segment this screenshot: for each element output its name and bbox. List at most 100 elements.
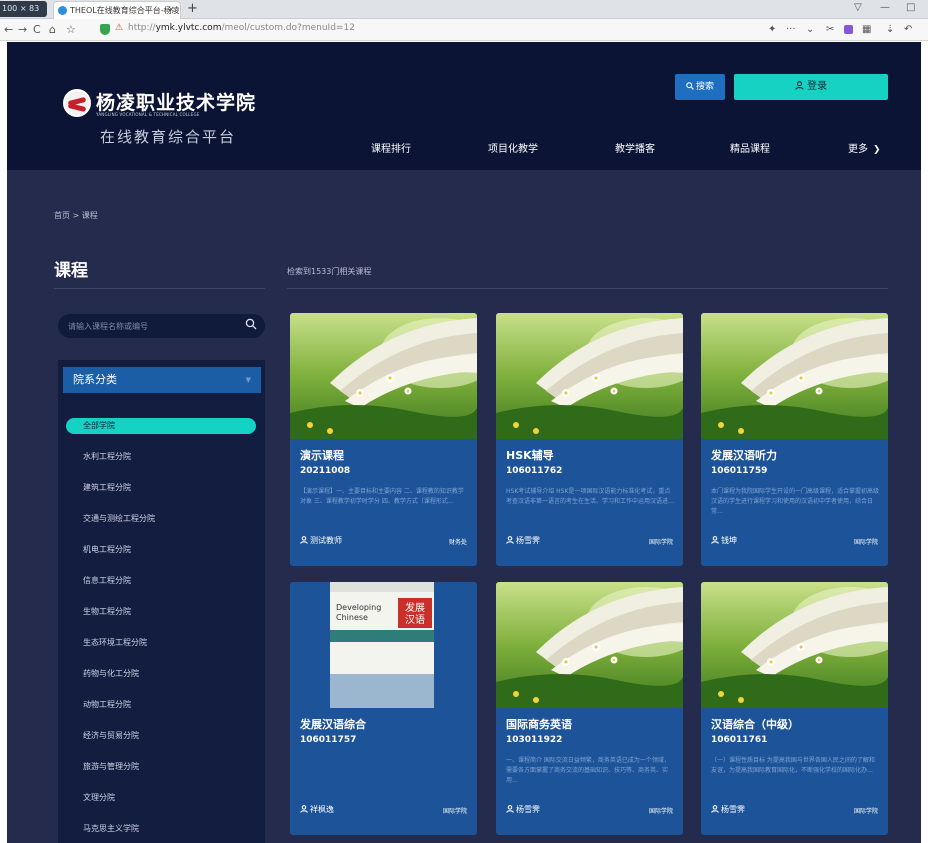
nav-quality-courses[interactable]: 精品课程 (730, 140, 770, 155)
department-item[interactable]: 马克思主义学院 (83, 823, 139, 834)
nav-course-ranking[interactable]: 课程排行 (371, 140, 411, 155)
course-title[interactable]: 发展汉语综合 (300, 716, 366, 732)
back-button[interactable]: ← (4, 22, 13, 37)
browser-tab-bar: 100 × 83 THEOL在线教育综合平台-杨凌… × + ▽ — □ (0, 0, 928, 29)
dropdown-chevron-icon[interactable]: ⌄ (806, 22, 814, 37)
tab-close-icon[interactable]: × (167, 2, 175, 19)
course-department: 国际学院 (853, 539, 878, 546)
cover-en-title-2: Chinese (336, 613, 368, 622)
site-info-icon[interactable]: ⚠ (115, 23, 123, 33)
course-title[interactable]: 发展汉语听力 (711, 447, 777, 463)
course-teacher[interactable]: 杨雪霁 (711, 804, 745, 815)
site-header: 杨凌职业技术学院 YANGLING VOCATIONAL & TECHNICAL… (7, 42, 921, 170)
user-icon (300, 536, 308, 544)
course-card[interactable]: 演示课程 20211008 【演示课程】一、主要目标和主要内容 二、课程教的知识教学… (290, 313, 477, 566)
download-icon[interactable]: ⇣ (886, 22, 894, 37)
undo-icon[interactable]: ↶ (904, 22, 912, 37)
browser-address-bar: ← → C ⌂ ☆ ⚠ http://ymk.ylvtc.com/meol/cu… (0, 19, 928, 41)
course-description: 本门课程为我院国际学生开设的一门高级课程，适合掌握初高级汉语的学生进行课程学习和… (711, 488, 879, 515)
department-item[interactable]: 文理分院 (83, 792, 115, 803)
search-button[interactable]: 搜索 (675, 74, 725, 100)
department-item[interactable]: 水利工程分院 (83, 451, 131, 462)
department-item[interactable]: 经济与贸易分院 (83, 730, 139, 741)
course-title[interactable]: 汉语综合（中级） (711, 716, 799, 732)
home-button[interactable]: ⌂ (49, 22, 56, 37)
zoom-indicator: 100 × 83 (0, 1, 47, 29)
school-name[interactable]: 杨凌职业技术学院 (96, 88, 256, 115)
course-card[interactable]: HSK辅导 106011762 HSK考试辅导介绍 HSK是一项国际汉语能力标准化考… (496, 313, 683, 566)
more-dots-icon[interactable]: ··· (786, 22, 796, 37)
course-card[interactable]: 发展 汉语 Developing Chinese 发展汉语综合 106011757 祥枫逸 国… (290, 582, 477, 835)
department-item[interactable]: 建筑工程分院 (83, 482, 131, 493)
course-description: （一）课程性质目标 为提高我国与世界各国人民之间的了解和友谊，为提高我国际教育国… (711, 757, 875, 774)
url-prefix: http:// (128, 23, 156, 33)
url-host: ymk.ylvtc.com (155, 23, 222, 33)
course-department: 财务处 (448, 539, 467, 546)
course-cover-image (701, 582, 888, 708)
apps-grid-icon[interactable]: ▦ (862, 22, 871, 37)
bookmark-star-icon[interactable]: ☆ (66, 22, 76, 37)
department-item[interactable]: 交通与测绘工程分院 (83, 513, 155, 524)
course-teacher-name: 杨雪霁 (516, 536, 540, 545)
course-search-box (58, 314, 265, 338)
course-department: 国际学院 (648, 808, 673, 815)
textbook-cover-image: 发展汉语 DevelopingChinese (290, 582, 477, 708)
new-tab-button[interactable]: + (187, 1, 198, 17)
course-card[interactable]: 国际商务英语 103011922 一、课程简介 国际交流日益频繁，商务英语已成为一个… (496, 582, 683, 835)
course-code: 106011761 (711, 735, 768, 745)
tab-title: THEOL在线教育综合平台-杨凌… (70, 6, 181, 15)
search-icon[interactable] (245, 318, 257, 330)
extension-purple-icon[interactable] (844, 25, 853, 34)
favicon-icon (58, 6, 67, 15)
department-item[interactable]: 生物工程分院 (83, 606, 131, 617)
course-title[interactable]: 演示课程 (300, 447, 344, 463)
course-teacher[interactable]: 钱坤 (711, 535, 737, 546)
course-code: 106011757 (300, 735, 357, 745)
nav-project-teaching[interactable]: 项目化教学 (488, 140, 538, 155)
department-item[interactable]: 机电工程分院 (83, 544, 131, 555)
nav-more[interactable]: 更多 ❯ (848, 140, 881, 155)
department-filter-header[interactable]: 院系分类 ▼ (63, 367, 261, 393)
forward-button[interactable]: → (18, 22, 27, 37)
course-description: 【演示课程】一、主要目标和主要内容 二、课程教的知识教学对象 三、课程教学初学时… (300, 488, 464, 505)
course-search-input[interactable] (68, 319, 238, 333)
search-icon (686, 82, 694, 90)
login-button[interactable]: 登录 (734, 74, 888, 100)
user-icon (795, 81, 804, 90)
minimize-button[interactable]: — (880, 2, 890, 13)
course-description (300, 756, 468, 786)
course-teacher[interactable]: 测试教师 (300, 535, 342, 546)
school-logo-icon[interactable] (63, 89, 91, 117)
department-item-all[interactable]: 全部学院 (66, 418, 256, 434)
course-title[interactable]: 国际商务英语 (506, 716, 572, 732)
maximize-button[interactable]: □ (906, 2, 915, 13)
course-teacher[interactable]: 祥枫逸 (300, 804, 334, 815)
department-item[interactable]: 生态环境工程分院 (83, 637, 147, 648)
course-cover-image (290, 313, 477, 439)
scissors-icon[interactable]: ✂ (826, 22, 834, 37)
course-title[interactable]: HSK辅导 (506, 447, 554, 463)
search-button-label: 搜索 (695, 82, 714, 92)
url-field[interactable]: http://ymk.ylvtc.com/meol/custom.do?menu… (128, 23, 355, 33)
course-teacher[interactable]: 杨雪霁 (506, 804, 540, 815)
department-item[interactable]: 动物工程分院 (83, 699, 131, 710)
department-item[interactable]: 药物与化工分院 (83, 668, 139, 679)
user-icon (506, 805, 514, 813)
course-teacher[interactable]: 杨雪霁 (506, 535, 540, 546)
platform-name: 在线教育综合平台 (100, 128, 237, 146)
security-shield-icon[interactable] (100, 24, 110, 35)
flash-icon[interactable]: ✦ (768, 22, 776, 37)
department-item[interactable]: 旅游与管理分院 (83, 761, 139, 772)
course-card[interactable]: 发展汉语听力 106011759 本门课程为我院国际学生开设的一门高级课程，适合掌握… (701, 313, 888, 566)
browser-tab[interactable]: THEOL在线教育综合平台-杨凌… × (53, 1, 181, 19)
caret-down-icon: ▼ (245, 376, 251, 384)
cover-cn-title-2: 汉语 (405, 614, 425, 626)
nav-teaching-podcast[interactable]: 教学播客 (615, 140, 655, 155)
course-card[interactable]: 汉语综合（中级） 106011761 （一）课程性质目标 为提高我国与世界各国人民之… (701, 582, 888, 835)
reload-button[interactable]: C (33, 22, 41, 37)
page: 杨凌职业技术学院 YANGLING VOCATIONAL & TECHNICAL… (7, 42, 921, 843)
tab-list-icon[interactable]: ▽ (854, 2, 862, 13)
zoom-label: 100 × 83 (2, 4, 40, 13)
department-item[interactable]: 信息工程分院 (83, 575, 131, 586)
breadcrumb[interactable]: 首页 > 课程 (54, 210, 98, 221)
